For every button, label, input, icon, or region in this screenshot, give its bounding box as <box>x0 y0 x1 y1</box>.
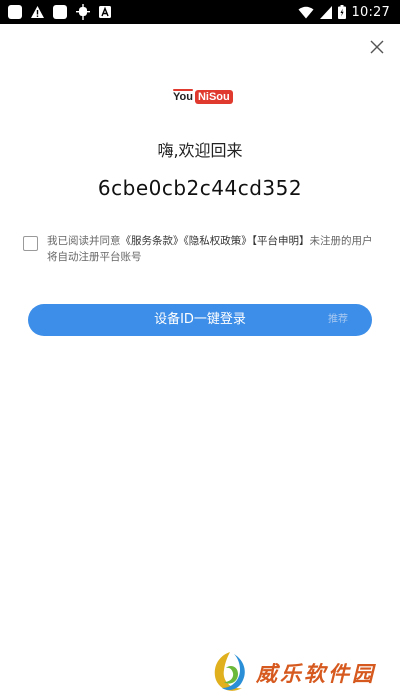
login-button-label: 设备ID一键登录 <box>154 312 246 327</box>
battery-icon <box>337 5 346 19</box>
watermark: 威乐软件园 <box>208 648 394 698</box>
status-time: 10:27 <box>351 4 390 20</box>
logo-text-nisou: NiSou <box>194 90 233 104</box>
device-id-text: 6cbe0cb2c44cd352 <box>97 176 303 200</box>
platform-statement-link[interactable]: 【平台申明】 <box>252 235 310 247</box>
watermark-text: 威乐软件园 <box>256 662 376 686</box>
privacy-policy-link[interactable]: 《隐私权政策》 <box>184 235 252 247</box>
agreement-prefix: 我已阅读并同意 <box>47 235 121 247</box>
status-right-icons: 10:27 <box>298 3 390 21</box>
agreement-text: 我已阅读并同意《服务条款》《隐私权政策》【平台申明】未注册的用户将自动注册平台账… <box>47 233 375 265</box>
app-icon <box>8 5 22 19</box>
status-bar: 10:27 <box>0 0 400 24</box>
app-icon <box>53 5 67 19</box>
agreement-checkbox[interactable] <box>23 236 38 251</box>
bug-icon <box>75 4 91 20</box>
app-logo: You NiSou <box>173 89 233 105</box>
terms-of-service-link[interactable]: 《服务条款》 <box>121 235 184 247</box>
recommend-badge: 推荐 <box>328 314 348 325</box>
logo-text-you: You <box>173 89 193 103</box>
close-icon <box>370 40 384 54</box>
wifi-icon <box>298 6 314 19</box>
a-icon <box>99 6 111 18</box>
device-id-login-button[interactable]: 设备ID一键登录 推荐 <box>28 304 372 336</box>
close-button[interactable] <box>366 36 388 58</box>
watermark-logo-icon <box>208 650 252 696</box>
welcome-heading: 嗨,欢迎回来 <box>157 141 243 160</box>
warning-icon <box>30 5 45 19</box>
status-left-icons <box>8 3 111 21</box>
signal-icon <box>319 5 332 19</box>
